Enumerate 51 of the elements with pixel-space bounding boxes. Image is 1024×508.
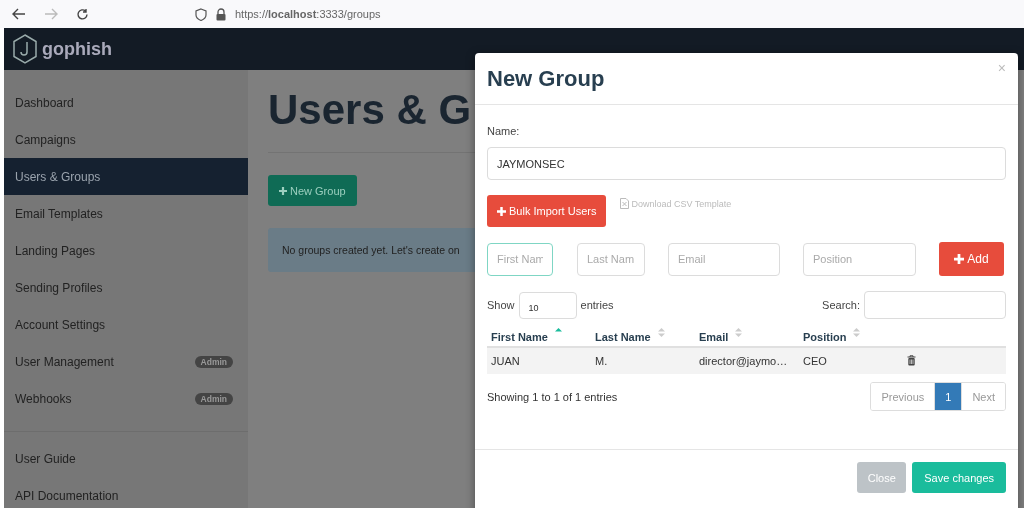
- sidebar-item[interactable]: API Documentation: [4, 477, 248, 508]
- plus-icon: [279, 186, 287, 195]
- brand-name[interactable]: gophish: [42, 38, 112, 60]
- sidebar-item[interactable]: Sending Profiles: [4, 269, 248, 306]
- sidebar-item[interactable]: Users & Groups: [4, 158, 248, 195]
- entries-select[interactable]: 10: [518, 291, 577, 319]
- new-group-button[interactable]: New Group: [268, 175, 357, 206]
- name-label: Name:: [487, 125, 521, 137]
- logo-icon: [12, 34, 38, 64]
- sidebar-item[interactable]: User Guide: [4, 440, 248, 477]
- input-field[interactable]: Last Nam: [577, 242, 645, 276]
- search-field[interactable]: [864, 291, 1006, 319]
- bulk-import-button[interactable]: Bulk Import Users: [487, 195, 607, 227]
- lock-icon: [215, 7, 227, 21]
- input-field[interactable]: Email: [668, 242, 780, 276]
- modal-title: New Group: [487, 65, 605, 92]
- save-button[interactable]: Save changes: [912, 462, 1006, 493]
- entries-label: entries: [580, 299, 614, 311]
- shield-icon: [195, 7, 207, 21]
- sidebar-item[interactable]: Landing Pages: [4, 232, 248, 269]
- sidebar-item[interactable]: Dashboard: [4, 84, 248, 121]
- file-icon: [620, 198, 630, 209]
- page-button[interactable]: Next: [961, 383, 1005, 410]
- trash-icon[interactable]: [907, 354, 916, 366]
- back-icon[interactable]: [12, 8, 26, 20]
- name-field[interactable]: JAYMONSEC: [487, 147, 1006, 180]
- sidebar-item[interactable]: Account Settings: [4, 306, 248, 343]
- sidebar-item[interactable]: Email Templates: [4, 195, 248, 232]
- admin-badge: Admin: [194, 355, 233, 368]
- page-title: Users & G: [268, 85, 472, 135]
- table-cell: CEO: [803, 355, 827, 367]
- alert-text: No groups created yet. Let's create on: [282, 244, 460, 256]
- show-label: Show: [487, 299, 515, 311]
- url-text[interactable]: https://localhost:3333/groups: [235, 8, 381, 20]
- table-cell: director@jaymo…: [699, 355, 788, 367]
- admin-badge: Admin: [194, 392, 233, 405]
- sidebar-item[interactable]: User Management Admin: [4, 343, 248, 380]
- table-cell: JUAN: [491, 355, 520, 367]
- input-field[interactable]: Position: [803, 242, 916, 276]
- close-button[interactable]: ×: [997, 59, 1006, 76]
- search-label: Search:: [822, 299, 860, 311]
- sidebar-item[interactable]: Webhooks Admin: [4, 380, 248, 417]
- table-cell: M.: [595, 355, 608, 367]
- reload-icon[interactable]: [76, 7, 89, 21]
- sidebar-item[interactable]: Campaigns: [4, 121, 248, 158]
- entries-info: Showing 1 to 1 of 1 entries: [487, 390, 618, 403]
- download-csv-link[interactable]: Download CSV Template: [631, 198, 732, 209]
- page-button[interactable]: 1: [934, 383, 962, 410]
- add-button[interactable]: Add: [939, 242, 1004, 276]
- plus-icon: [954, 254, 965, 264]
- plus-icon: [497, 206, 506, 216]
